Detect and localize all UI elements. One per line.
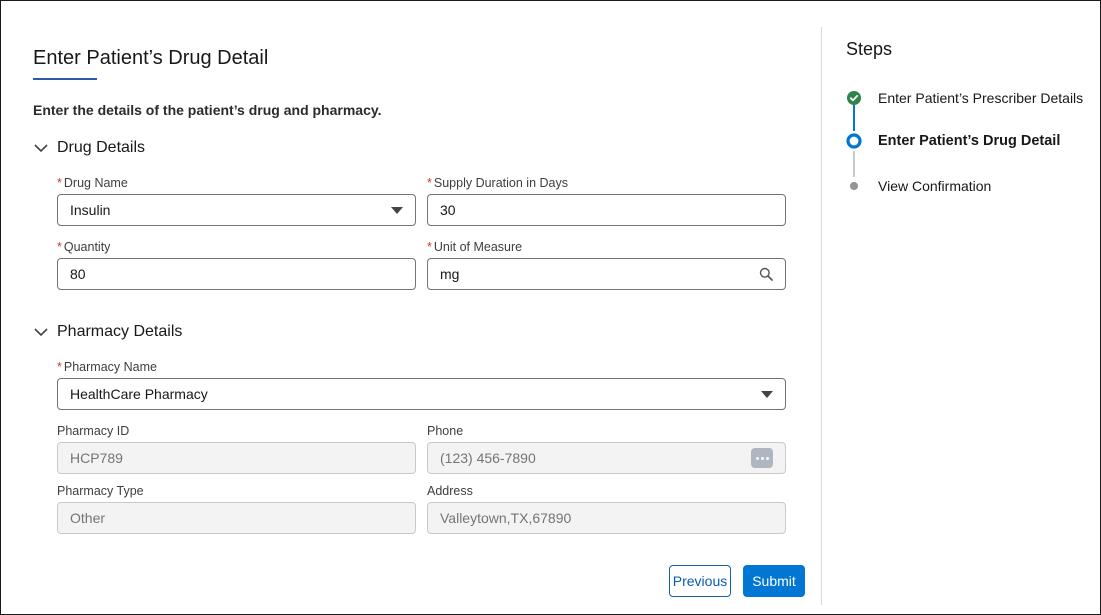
drug-name-label: Drug Name	[63, 176, 128, 190]
pharmacy-id-input: HCP789	[57, 442, 416, 474]
drug-name-field: * Drug Name Insulin	[57, 175, 416, 226]
drug-name-select[interactable]: Insulin	[57, 194, 416, 226]
step-item-prescriber[interactable]: Enter Patient’s Prescriber Details	[846, 90, 1083, 106]
pharmacy-name-label: Pharmacy Name	[63, 360, 157, 374]
drug-name-value: Insulin	[70, 202, 111, 218]
pharmacy-id-label: Pharmacy ID	[57, 424, 130, 438]
pharmacy-type-field: Pharmacy Type Other	[57, 483, 416, 534]
step-connector-complete	[853, 105, 855, 131]
pharmacy-id-field: Pharmacy ID HCP789	[57, 423, 416, 474]
required-marker: *	[427, 240, 432, 254]
required-marker: *	[57, 360, 62, 374]
steps-panel: Steps Enter Patient’s Prescriber Details…	[846, 1, 1096, 614]
unit-of-measure-lookup[interactable]: mg	[427, 258, 786, 290]
previous-button[interactable]: Previous	[669, 565, 731, 597]
pharmacy-name-select[interactable]: HealthCare Pharmacy	[57, 378, 786, 410]
supply-duration-label: Supply Duration in Days	[433, 176, 568, 190]
step-item-confirmation[interactable]: View Confirmation	[846, 178, 991, 194]
more-options-icon[interactable]	[751, 448, 773, 468]
phone-label: Phone	[427, 424, 464, 438]
unit-of-measure-value: mg	[440, 266, 460, 282]
phone-input: (123) 456-7890	[427, 442, 786, 474]
supply-duration-field: * Supply Duration in Days 30	[427, 175, 786, 226]
unit-of-measure-label: Unit of Measure	[433, 240, 523, 254]
caret-down-icon	[391, 206, 403, 214]
quantity-input[interactable]: 80	[57, 258, 416, 290]
step-label: Enter Patient’s Drug Detail	[878, 133, 1061, 149]
pharmacy-type-value: Other	[70, 510, 106, 526]
app-frame: Enter Patient’s Drug Detail Enter the de…	[0, 0, 1101, 615]
step-label: View Confirmation	[878, 178, 992, 194]
pharmacy-name-value: HealthCare Pharmacy	[70, 386, 208, 402]
quantity-value: 80	[70, 266, 86, 282]
chevron-down-icon[interactable]	[33, 140, 49, 156]
check-circle-icon	[847, 91, 861, 105]
steps-title: Steps	[846, 39, 893, 59]
quantity-field: * Quantity 80	[57, 239, 416, 290]
address-value: Valleytown,TX,67890	[440, 510, 572, 526]
drug-details-title: Drug Details	[57, 139, 146, 156]
panel-divider	[821, 27, 822, 605]
unit-of-measure-field: * Unit of Measure mg	[427, 239, 786, 290]
pharmacy-details-header[interactable]: Pharmacy Details	[33, 323, 182, 341]
pharmacy-type-label: Pharmacy Type	[57, 484, 144, 498]
caret-down-icon	[761, 390, 773, 398]
phone-value: (123) 456-7890	[440, 450, 536, 466]
chevron-down-icon[interactable]	[33, 324, 49, 340]
required-marker: *	[57, 240, 62, 254]
submit-button[interactable]: Submit	[743, 565, 805, 597]
quantity-label: Quantity	[63, 240, 111, 254]
search-icon[interactable]	[759, 267, 773, 281]
pharmacy-details-title: Pharmacy Details	[57, 323, 183, 340]
title-underline	[33, 78, 97, 80]
address-input: Valleytown,TX,67890	[427, 502, 786, 534]
address-field: Address Valleytown,TX,67890	[427, 483, 786, 534]
pharmacy-name-field: * Pharmacy Name HealthCare Pharmacy	[57, 359, 786, 410]
supply-duration-input[interactable]: 30	[427, 194, 786, 226]
instruction-text: Enter the details of the patient’s drug …	[33, 102, 382, 118]
upcoming-step-dot-icon	[850, 182, 858, 190]
required-marker: *	[57, 176, 62, 190]
phone-field: Phone (123) 456-7890	[427, 423, 786, 474]
page-title: Enter Patient’s Drug Detail	[33, 47, 269, 69]
pharmacy-type-input: Other	[57, 502, 416, 534]
drug-details-header[interactable]: Drug Details	[33, 139, 145, 157]
current-step-icon	[846, 133, 862, 149]
pharmacy-id-value: HCP789	[70, 450, 123, 466]
step-label: Enter Patient’s Prescriber Details	[878, 90, 1084, 106]
step-connector-upcoming	[853, 151, 855, 177]
main-panel: Enter Patient’s Drug Detail Enter the de…	[33, 1, 813, 614]
supply-duration-value: 30	[440, 202, 456, 218]
required-marker: *	[427, 176, 432, 190]
address-label: Address	[427, 484, 473, 498]
step-item-drug-detail[interactable]: Enter Patient’s Drug Detail	[846, 133, 1060, 149]
